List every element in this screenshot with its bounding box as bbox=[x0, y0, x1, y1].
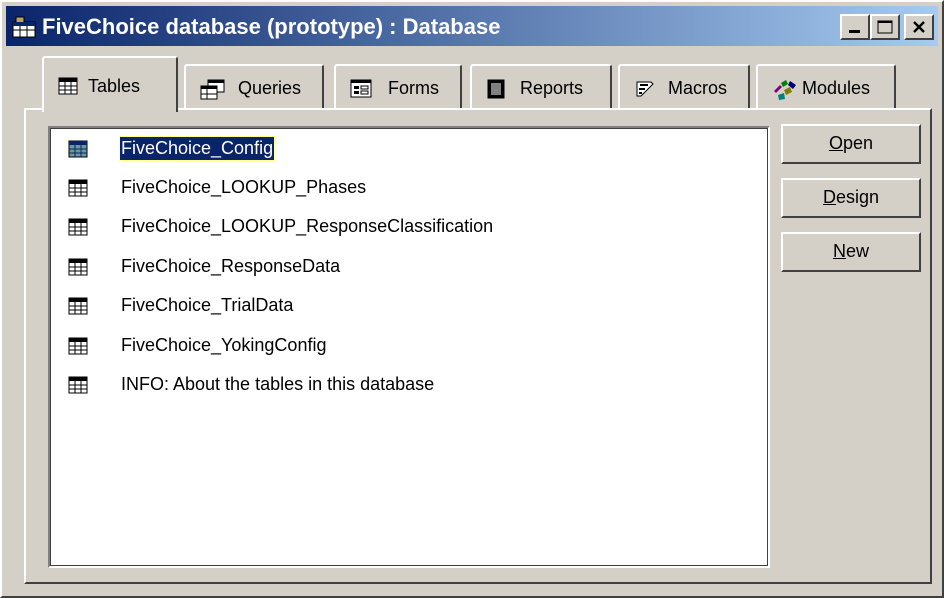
table-icon bbox=[68, 140, 88, 158]
database-icon bbox=[12, 16, 36, 38]
maximize-button[interactable] bbox=[870, 14, 900, 40]
form-icon bbox=[350, 79, 372, 98]
tab-label: Tables bbox=[88, 76, 141, 96]
tab-label: Reports bbox=[520, 78, 584, 98]
list-item-label: FiveChoice_LOOKUP_Phases bbox=[121, 177, 367, 197]
object-list[interactable]: FiveChoice_Config FiveChoice_LOOKUP_Phas… bbox=[48, 126, 770, 568]
list-item-label: FiveChoice_TrialData bbox=[121, 295, 294, 315]
tab-label: Macros bbox=[668, 78, 728, 98]
mnemonic-letter: O bbox=[828, 133, 843, 153]
tab-label: Modules bbox=[802, 78, 871, 98]
maximize-icon bbox=[877, 20, 893, 34]
table-icon bbox=[68, 337, 88, 355]
minimize-icon bbox=[849, 30, 860, 33]
table-icon bbox=[58, 77, 78, 95]
tab-label: Forms bbox=[388, 78, 439, 98]
list-item-label: FiveChoice_Config bbox=[118, 136, 276, 161]
button-label: esign bbox=[835, 187, 880, 207]
table-icon bbox=[68, 218, 88, 236]
database-window: FiveChoice database (prototype) : Databa… bbox=[0, 0, 944, 598]
report-icon bbox=[487, 79, 505, 99]
module-icon bbox=[774, 80, 796, 100]
tab-forms[interactable]: Forms bbox=[334, 64, 462, 110]
mnemonic-letter: D bbox=[822, 187, 836, 207]
mnemonic-letter: N bbox=[832, 241, 846, 261]
query-icon bbox=[200, 79, 225, 100]
tab-macros[interactable]: Macros bbox=[618, 64, 750, 110]
list-item-label: FiveChoice_YokingConfig bbox=[121, 335, 327, 355]
macro-icon bbox=[636, 81, 654, 97]
close-icon bbox=[913, 21, 925, 33]
tab-queries[interactable]: Queries bbox=[184, 64, 324, 110]
table-icon bbox=[68, 179, 88, 197]
table-icon bbox=[68, 258, 88, 276]
table-icon bbox=[68, 297, 88, 315]
table-icon bbox=[68, 376, 88, 394]
close-button[interactable] bbox=[904, 14, 934, 40]
button-label: ew bbox=[845, 241, 869, 261]
list-item-label: INFO: About the tables in this database bbox=[121, 374, 435, 394]
list-item-label: FiveChoice_ResponseData bbox=[121, 256, 341, 276]
design-button[interactable]: Design bbox=[781, 178, 921, 218]
list-item-label: FiveChoice_LOOKUP_ResponseClassification bbox=[121, 216, 494, 236]
tab-label: Queries bbox=[238, 78, 302, 98]
window-title: FiveChoice database (prototype) : Databa… bbox=[42, 14, 501, 39]
open-button[interactable]: Open bbox=[781, 124, 921, 164]
new-button[interactable]: New bbox=[781, 232, 921, 272]
tab-tables[interactable]: Tables bbox=[42, 56, 178, 112]
button-label: pen bbox=[842, 133, 874, 153]
minimize-button[interactable] bbox=[840, 14, 870, 40]
tab-modules[interactable]: Modules bbox=[756, 64, 896, 110]
title-bar[interactable]: FiveChoice database (prototype) : Databa… bbox=[6, 6, 938, 46]
tab-reports[interactable]: Reports bbox=[470, 64, 612, 110]
